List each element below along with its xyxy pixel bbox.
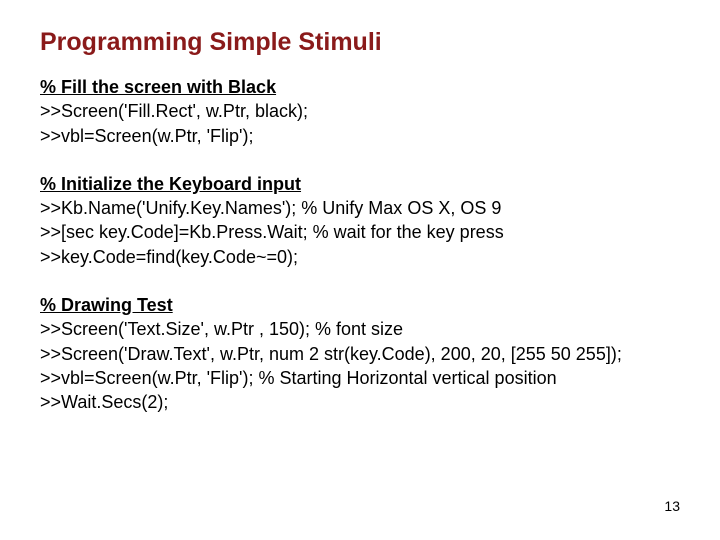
slide-title: Programming Simple Stimuli [40, 28, 680, 57]
page-number: 13 [664, 498, 680, 514]
code-line: >>Kb.Name('Unify.Key.Names'); % Unify Ma… [40, 196, 680, 220]
block-heading: % Initialize the Keyboard input [40, 172, 680, 196]
code-line: >>vbl=Screen(w.Ptr, 'Flip'); [40, 124, 680, 148]
slide: Programming Simple Stimuli % Fill the sc… [0, 0, 720, 540]
code-block-2: % Initialize the Keyboard input >>Kb.Nam… [40, 172, 680, 269]
block-heading: % Drawing Test [40, 293, 680, 317]
code-line: >>vbl=Screen(w.Ptr, 'Flip'); % Starting … [40, 366, 680, 390]
code-line: >>Screen('Fill.Rect', w.Ptr, black); [40, 99, 680, 123]
code-line: >>[sec key.Code]=Kb.Press.Wait; % wait f… [40, 220, 680, 244]
code-line: >>Screen('Text.Size', w.Ptr , 150); % fo… [40, 317, 680, 341]
code-block-1: % Fill the screen with Black >>Screen('F… [40, 75, 680, 148]
code-line: >>Wait.Secs(2); [40, 390, 680, 414]
block-heading: % Fill the screen with Black [40, 75, 680, 99]
code-line: >>key.Code=find(key.Code~=0); [40, 245, 680, 269]
code-line: >>Screen('Draw.Text', w.Ptr, num 2 str(k… [40, 342, 680, 366]
code-block-3: % Drawing Test >>Screen('Text.Size', w.P… [40, 293, 680, 414]
